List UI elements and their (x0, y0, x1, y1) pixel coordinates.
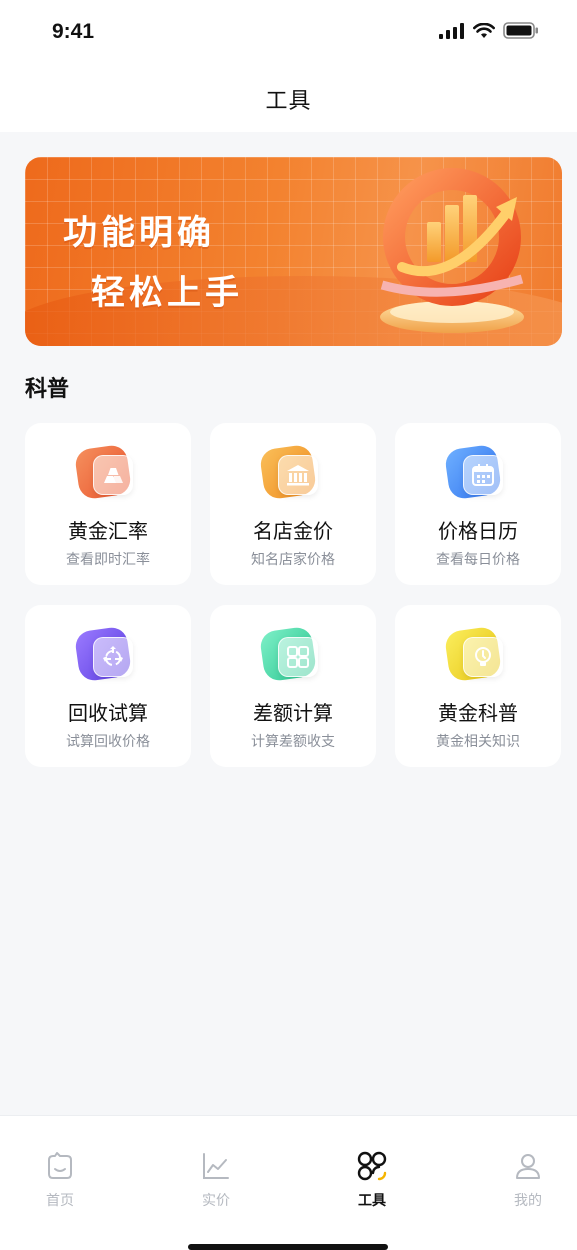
tool-card-subtitle: 查看每日价格 (436, 552, 520, 568)
tab-label: 工具 (358, 1193, 386, 1209)
calendar-icon (443, 443, 509, 501)
tool-card-subtitle: 试算回收价格 (66, 734, 150, 750)
nav-bar: 工具 (0, 66, 577, 132)
bottom-tab-bar: 首页 实价 工具 我的 (0, 1115, 577, 1250)
recycle-icon (73, 625, 139, 683)
tab-tools[interactable]: 工具 (332, 1150, 412, 1220)
signal-icon (439, 22, 464, 39)
banner-headline-2: 轻松上手 (91, 273, 243, 313)
tool-card-subtitle: 黄金相关知识 (436, 734, 520, 750)
tab-profile[interactable]: 我的 (488, 1150, 568, 1220)
gold-bar-icon (73, 443, 139, 501)
tab-home[interactable]: 首页 (20, 1150, 100, 1220)
battery-icon (503, 22, 538, 39)
tool-card-recycle-calc[interactable]: 回收试算 试算回收价格 (25, 605, 191, 767)
promo-banner[interactable]: 功能明确 轻松上手 (25, 157, 562, 346)
wifi-icon (473, 22, 495, 38)
tool-card-gold-knowledge[interactable]: 黄金科普 黄金相关知识 (395, 605, 561, 767)
profile-icon (516, 1154, 540, 1179)
calculator-icon (258, 625, 324, 683)
tab-label: 我的 (514, 1193, 542, 1209)
section-title: 科普 (25, 377, 70, 402)
chart-icon (203, 1153, 229, 1179)
bank-icon (258, 443, 324, 501)
banner-headline-1: 功能明确 (63, 213, 215, 253)
status-bar: 9:41 (0, 0, 577, 66)
growth-chart-illustration (380, 168, 524, 333)
tool-card-title: 回收试算 (68, 701, 148, 725)
tool-card-store-price[interactable]: 名店金价 知名店家价格 (210, 423, 376, 585)
page-title: 工具 (265, 89, 312, 114)
tool-card-subtitle: 知名店家价格 (251, 552, 335, 568)
status-icons (439, 22, 539, 39)
tab-real-price[interactable]: 实价 (176, 1150, 256, 1220)
tool-card-gold-rate[interactable]: 黄金汇率 查看即时汇率 (25, 423, 191, 585)
tab-label: 首页 (46, 1193, 74, 1209)
home-indicator (188, 1244, 388, 1250)
tool-card-price-calendar[interactable]: 价格日历 查看每日价格 (395, 423, 561, 585)
tool-card-title: 差额计算 (253, 701, 333, 725)
tool-card-title: 价格日历 (438, 519, 518, 543)
tool-card-title: 名店金价 (253, 519, 333, 543)
tool-card-subtitle: 查看即时汇率 (66, 552, 150, 568)
tool-card-difference-calc[interactable]: 差额计算 计算差额收支 (210, 605, 376, 767)
lightbulb-icon (443, 625, 509, 683)
tool-card-subtitle: 计算差额收支 (251, 734, 335, 750)
tool-card-title: 黄金汇率 (68, 519, 148, 543)
tool-card-title: 黄金科普 (438, 701, 518, 725)
tab-label: 实价 (202, 1193, 230, 1209)
tools-icon (357, 1151, 387, 1181)
home-icon (48, 1152, 72, 1179)
status-time: 9:41 (52, 20, 95, 43)
